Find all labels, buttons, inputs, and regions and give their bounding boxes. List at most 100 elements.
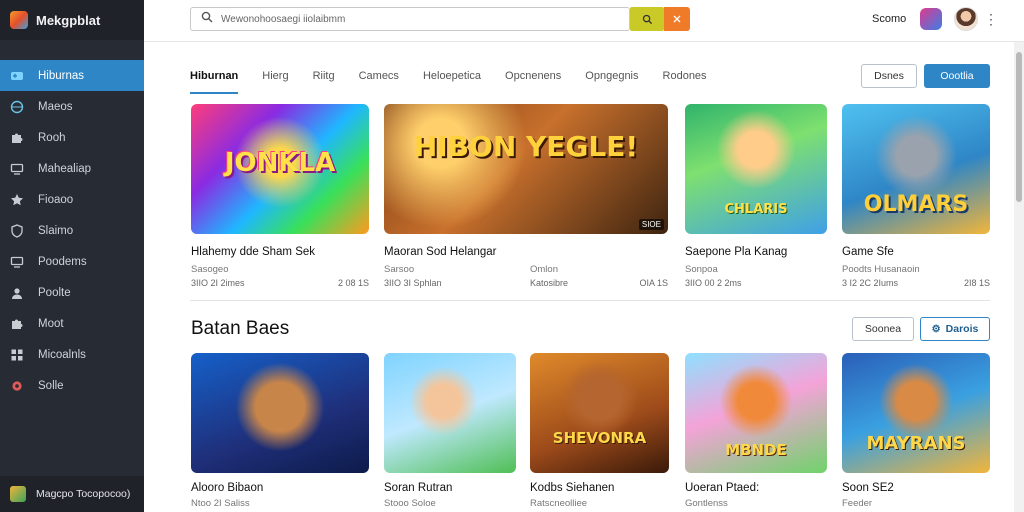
card-title[interactable]: Game Sfe [842, 246, 894, 258]
card-subtitle: Sonpoa [685, 264, 718, 275]
card-title[interactable]: Uoeran Ptaed: [685, 482, 759, 494]
sidebar-item-label: Micoalnls [38, 348, 86, 361]
sidebar-item[interactable]: Micoalnls [0, 339, 144, 370]
game-thumbnail[interactable]: MBNDE [685, 353, 827, 473]
gear-icon [10, 379, 24, 393]
sidebar-item[interactable]: Maeos [0, 91, 144, 122]
top-bar: Scomo ⋮ [144, 0, 1024, 42]
thumbnail-badge: SIOE [638, 219, 664, 230]
section-primary-button[interactable]: ⚙ Darois [920, 317, 990, 341]
sidebar-item[interactable]: Hiburnas [0, 60, 144, 91]
card-subtitle: Poodts Husanaoin [842, 264, 920, 275]
card-title[interactable]: Saepone Pla Kanag [685, 246, 787, 258]
tab[interactable]: Hiburnan [190, 64, 239, 94]
featured-card[interactable]: HIBON YEGLE! SIOE Maoran Sod Helangar Sarso… [384, 104, 668, 294]
grid-icon [10, 348, 24, 362]
sidebar-footer[interactable]: Magcpo Tocopocoo) [0, 476, 144, 512]
game-card[interactable]: Alooro Bibaon Ntoo 2I Saliss [191, 353, 369, 512]
card-title[interactable]: Kodbs Siehanen [530, 482, 614, 494]
card-title[interactable]: Maoran Sod Helangar [384, 246, 497, 258]
sidebar-item-label: Hiburnas [38, 69, 85, 82]
sidebar-item[interactable]: Poolte [0, 277, 144, 308]
search-box[interactable] [190, 7, 630, 31]
sidebar-item[interactable]: Moot [0, 308, 144, 339]
game-card[interactable]: Soran Rutran Stooo Soloe [384, 353, 516, 512]
primary-button[interactable]: Oootlia [924, 64, 990, 88]
sidebar-item-label: Poodems [38, 255, 87, 268]
avatar[interactable] [954, 7, 978, 31]
sidebar-item[interactable]: Mahealiap [0, 153, 144, 184]
tab[interactable]: Riitg [313, 64, 335, 94]
featured-card[interactable]: JONKLA Hlahemy dde Sham Sek Sasogeo 3IIO 2I… [191, 104, 369, 294]
game-card[interactable]: MAYRANS Soon SE2 Feeder [842, 353, 990, 512]
tab[interactable]: Rodones [663, 64, 707, 94]
game-thumbnail[interactable] [384, 353, 516, 473]
card-subtitle: Sarsoo [384, 264, 415, 275]
sidebar-item[interactable]: Slaimo [0, 215, 144, 246]
globe-icon [10, 100, 24, 114]
game-thumbnail[interactable] [191, 353, 369, 473]
featured-card[interactable]: OLMARS Game Sfe Poodts Husanaoin 3 I2 2C 2I… [842, 104, 990, 294]
card-meta: 3IIO 3I Sphlan [384, 278, 442, 288]
game-thumbnail[interactable]: MAYRANS [842, 353, 990, 473]
card-meta: 3IIO 2I 2imes [191, 278, 245, 288]
card-title[interactable]: Soran Rutran [384, 482, 452, 494]
brand-name: Mekgpblat [36, 12, 101, 28]
card-subtitle: Ntoo 2I Saliss [191, 498, 250, 509]
thumbnail-title: MBNDE [725, 441, 787, 459]
game-thumbnail[interactable]: CHLARIS [685, 104, 827, 234]
close-icon [673, 15, 681, 23]
search-input[interactable] [221, 13, 601, 25]
card-subtitle: Sasogeo [191, 264, 229, 275]
category-tabs: Hiburnan Hierg Riitg Camecs Heloepetica Opcne… [190, 64, 731, 94]
card-title[interactable]: Alooro Bibaon [191, 482, 263, 494]
secondary-button[interactable]: Dsnes [861, 64, 917, 88]
sidebar-item-label: Maeos [38, 100, 73, 113]
search-button-icon [642, 14, 652, 24]
thumbnail-title: JONKLA [224, 148, 336, 178]
tab[interactable]: Heloepetica [423, 64, 481, 94]
sidebar-item[interactable]: Rooh [0, 122, 144, 153]
shield-icon [10, 223, 24, 238]
filter-button[interactable] [664, 7, 690, 31]
sidebar-item[interactable]: Poodems [0, 246, 144, 277]
sidebar-item[interactable]: Solle [0, 370, 144, 401]
star-icon [10, 193, 24, 207]
game-thumbnail[interactable]: SHEVONRA [530, 353, 669, 473]
brand[interactable]: Mekgpblat [0, 0, 144, 40]
tab[interactable]: Opcnenens [505, 64, 561, 94]
scrollbar-thumb[interactable] [1016, 52, 1022, 202]
sidebar-item-label: Rooh [38, 131, 66, 144]
user-name[interactable]: Scomo [872, 13, 906, 25]
sidebar-item-label: Poolte [38, 286, 71, 299]
sidebar-item[interactable]: Fioaoo [0, 184, 144, 215]
sidebar-item-label: Moot [38, 317, 64, 330]
sidebar: Mekgpblat Hiburnas Maeos Rooh Mahealiap Fioa… [0, 0, 144, 512]
game-card[interactable]: SHEVONRA Kodbs Siehanen Ratscneolliee [530, 353, 669, 512]
game-card[interactable]: MBNDE Uoeran Ptaed: Gontlenss [685, 353, 827, 512]
search-button[interactable] [630, 7, 664, 31]
sidebar-list: Hiburnas Maeos Rooh Mahealiap Fioaoo Slaimo Po… [0, 60, 144, 401]
notification-icon[interactable] [920, 8, 942, 30]
card-meta-right: 2I8 1S [963, 278, 990, 288]
tab[interactable]: Camecs [359, 64, 399, 94]
puzzle-icon [10, 131, 24, 145]
game-thumbnail[interactable]: JONKLA [191, 104, 369, 234]
section-secondary-button[interactable]: Soonea [852, 317, 914, 341]
game-thumbnail[interactable]: HIBON YEGLE! SIOE [384, 104, 668, 234]
footer-text: Magcpo Tocopocoo) [36, 488, 131, 500]
brand-logo-icon [10, 11, 28, 29]
vertical-scrollbar[interactable] [1014, 42, 1024, 512]
card-title[interactable]: Hlahemy dde Sham Sek [191, 246, 315, 258]
card-subtitle: Stooo Soloe [384, 498, 436, 509]
tab[interactable]: Opngegnis [585, 64, 638, 94]
user-icon [10, 286, 24, 300]
game-thumbnail[interactable]: OLMARS [842, 104, 990, 234]
sidebar-item-label: Solle [38, 379, 64, 392]
more-vertical-icon[interactable]: ⋮ [984, 8, 998, 30]
tab[interactable]: Hierg [262, 64, 288, 94]
puzzle-icon [10, 317, 24, 331]
card-subtitle: Gontlenss [685, 498, 728, 509]
featured-card[interactable]: CHLARIS Saepone Pla Kanag Sonpoa 3IIO 00 2 … [685, 104, 827, 294]
card-title[interactable]: Soon SE2 [842, 482, 894, 494]
